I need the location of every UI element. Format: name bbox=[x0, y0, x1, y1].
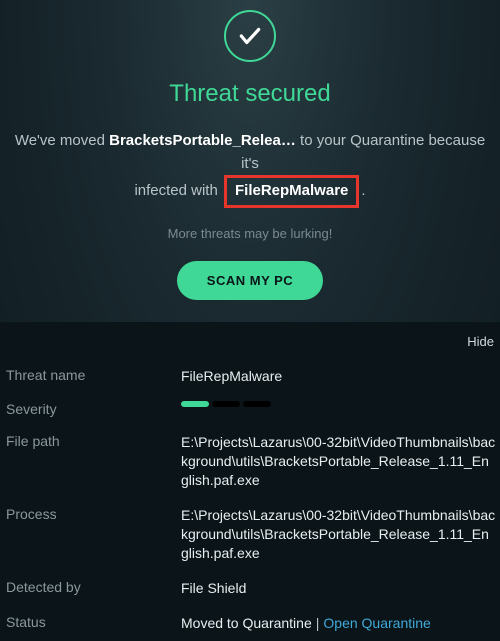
threat-name-highlight: FileRepMalware bbox=[224, 175, 359, 208]
severity-bar-1 bbox=[181, 401, 209, 407]
label-file-path: File path bbox=[6, 433, 181, 449]
value-threat-name: FileRepMalware bbox=[181, 367, 500, 386]
msg-prefix: We've moved bbox=[15, 132, 105, 149]
row-threat-name: Threat name FileRepMalware bbox=[0, 359, 500, 394]
label-detected-by: Detected by bbox=[6, 579, 181, 595]
label-status: Status bbox=[6, 614, 181, 630]
value-severity bbox=[181, 401, 500, 407]
value-status: Moved to Quarantine|Open Quarantine bbox=[181, 614, 500, 633]
page-title: Threat secured bbox=[10, 80, 490, 108]
row-file-path: File path E:\Projects\Lazarus\00-32bit\V… bbox=[0, 425, 500, 498]
hide-details-link[interactable]: Hide bbox=[0, 334, 500, 359]
details-panel: Hide Threat name FileRepMalware Severity… bbox=[0, 322, 500, 641]
msg-period: . bbox=[361, 182, 365, 199]
status-text: Moved to Quarantine bbox=[181, 615, 312, 631]
label-severity: Severity bbox=[6, 401, 181, 417]
value-detected-by: File Shield bbox=[181, 579, 500, 598]
label-threat-name: Threat name bbox=[6, 367, 181, 383]
row-process: Process E:\Projects\Lazarus\00-32bit\Vid… bbox=[0, 498, 500, 571]
summary-panel: Threat secured We've moved BracketsPorta… bbox=[0, 0, 500, 322]
severity-bar-2 bbox=[212, 401, 240, 407]
row-detected-by: Detected by File Shield bbox=[0, 571, 500, 606]
row-status: Status Moved to Quarantine|Open Quaranti… bbox=[0, 606, 500, 641]
status-separator: | bbox=[316, 615, 320, 631]
open-quarantine-link[interactable]: Open Quarantine bbox=[323, 615, 430, 631]
scan-my-pc-button[interactable]: SCAN MY PC bbox=[177, 261, 323, 300]
threat-message: We've moved BracketsPortable_Relea… to y… bbox=[10, 130, 490, 208]
label-process: Process bbox=[6, 506, 181, 522]
severity-bar-3 bbox=[243, 401, 271, 407]
value-process: E:\Projects\Lazarus\00-32bit\VideoThumbn… bbox=[181, 506, 500, 563]
sub-message: More threats may be lurking! bbox=[10, 226, 490, 241]
msg-infected: infected with bbox=[134, 182, 217, 199]
quarantined-filename: BracketsPortable_Relea… bbox=[109, 132, 296, 149]
value-file-path: E:\Projects\Lazarus\00-32bit\VideoThumbn… bbox=[181, 433, 500, 490]
severity-indicator bbox=[181, 401, 496, 407]
success-check-icon bbox=[224, 10, 276, 62]
row-severity: Severity bbox=[0, 393, 500, 425]
